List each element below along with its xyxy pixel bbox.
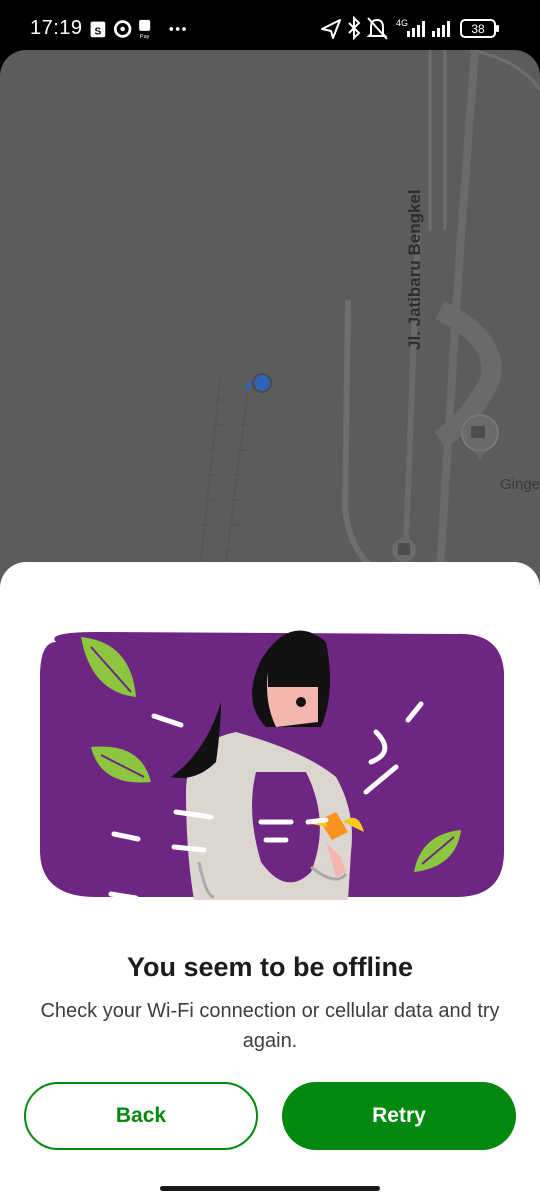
map-markers	[244, 373, 499, 562]
dialog-title: You seem to be offline	[126, 952, 414, 982]
location-app-icon	[113, 20, 132, 38]
shopee-icon: S	[90, 21, 106, 38]
status-time: 17:19	[30, 17, 83, 39]
poi-label[interactable]: Ginge	[500, 476, 540, 493]
home-indicator[interactable]	[160, 1186, 380, 1191]
map-view[interactable]: Jl. Jatibaru Bengkel Ginge	[0, 50, 540, 610]
more-dots-icon	[169, 27, 186, 31]
status-left-icons: S Pay	[90, 19, 186, 40]
battery-icon: 38	[460, 19, 499, 38]
offline-illustration	[39, 630, 504, 901]
offline-dialog: You seem to be offline Check your Wi-Fi …	[0, 562, 540, 1200]
status-right-icons: 4G 38	[321, 16, 499, 41]
bus-stop-icon	[392, 538, 416, 562]
shopeepay-icon: Pay	[139, 19, 151, 40]
retry-button[interactable]: Retry	[282, 1082, 516, 1150]
back-button[interactable]: Back	[24, 1082, 258, 1150]
road-label: Jl. Jatibaru Bengkel	[405, 189, 424, 350]
navigation-icon	[321, 19, 341, 39]
svg-text:Pay: Pay	[140, 34, 150, 40]
svg-text:S: S	[95, 27, 102, 38]
signal-icon: 4G	[396, 18, 450, 37]
svg-text:38: 38	[471, 22, 485, 36]
bluetooth-icon	[348, 16, 361, 41]
location-dot-icon	[244, 373, 272, 393]
bell-off-icon	[366, 17, 388, 40]
svg-text:4G: 4G	[396, 18, 408, 28]
cafe-pin-icon	[461, 414, 499, 460]
dialog-message: Check your Wi-Fi connection or cellular …	[40, 1000, 500, 1052]
